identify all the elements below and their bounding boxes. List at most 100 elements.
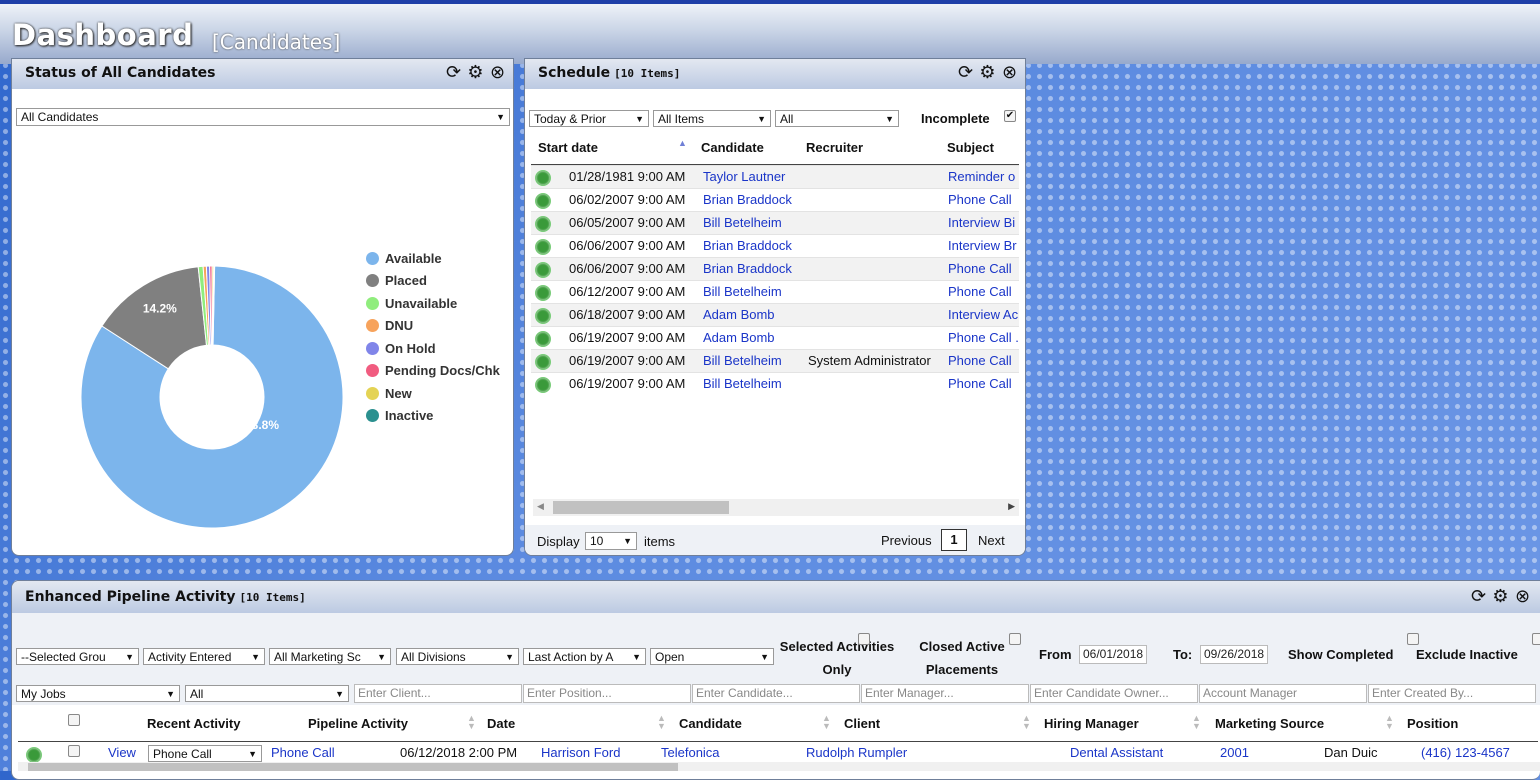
activity-entered-select[interactable]: Activity Entered [143,648,265,665]
items-select[interactable]: All Items [653,110,771,127]
schedule-row[interactable]: 01/28/1981 9:00 AM Taylor Lautner Reminder… [531,165,1019,189]
search-input[interactable]: Enter Manager... [861,684,1029,703]
job-number-link[interactable]: 2001 [1220,742,1249,764]
exclude-inactive-checkbox[interactable] [1532,633,1540,645]
schedule-row[interactable]: 06/05/2007 9:00 AM Bill Betelheim Intervie… [531,211,1019,235]
row-subject-link[interactable]: Phone Call [948,189,1019,211]
closed-active-checkbox[interactable] [1009,633,1021,645]
sort-icon[interactable]: ▲ ▼ [822,714,831,731]
col-candidate[interactable]: Candidate [701,140,764,155]
legend-item[interactable]: Unavailable [366,292,500,315]
row-subject-link[interactable]: Phone Call . [948,327,1019,349]
row-candidate-link[interactable]: Adam Bomb [703,304,803,326]
from-date-input[interactable]: 06/01/2018 [1079,645,1147,664]
candidate-link[interactable]: Harrison Ford [541,742,620,764]
schedule-row[interactable]: 06/12/2007 9:00 AM Bill Betelheim Phone Ca… [531,280,1019,304]
to-date-input[interactable]: 09/26/2018 [1200,645,1268,664]
schedule-row[interactable]: 06/06/2007 9:00 AM Brian Braddock Intervie… [531,234,1019,258]
sort-icon[interactable]: ▲ ▼ [1192,714,1201,731]
legend-item[interactable]: DNU [366,315,500,338]
schedule-row[interactable]: 06/18/2007 9:00 AM Adam Bomb Interview Ac [531,303,1019,327]
add-icon[interactable] [535,354,551,370]
row-subject-link[interactable]: Interview Ac [948,304,1019,326]
row-subject-link[interactable]: Reminder o [948,166,1019,188]
col-header[interactable]: Position [1407,716,1458,731]
scrollbar-thumb[interactable] [553,501,729,514]
position-link[interactable]: Dental Assistant [1070,742,1163,764]
show-completed-checkbox[interactable] [1407,633,1419,645]
search-input[interactable]: Enter Candidate... [692,684,860,703]
horizontal-scrollbar[interactable]: ◀ ▶ [533,499,1019,516]
col-subject[interactable]: Subject [947,140,994,155]
add-icon[interactable] [535,170,551,186]
page-number[interactable]: 1 [941,529,967,551]
gear-icon[interactable]: ⚙ [1491,587,1510,606]
page-size-select[interactable]: 10 [585,532,637,550]
selected-activities-checkbox[interactable] [858,633,870,645]
row-candidate-link[interactable]: Adam Bomb [703,327,803,349]
col-header[interactable]: Recent Activity [147,716,240,731]
search-input[interactable]: Enter Client... [354,684,522,703]
previous-button[interactable]: Previous [881,533,932,548]
add-icon[interactable] [26,747,42,763]
pipeline-activity-link[interactable]: Phone Call [271,742,335,764]
col-header[interactable]: Client [844,716,880,731]
row-subject-link[interactable]: Phone Call [948,258,1019,280]
status-select[interactable]: Open [650,648,774,665]
schedule-row[interactable]: 06/19/2007 9:00 AM Bill Betelheim System A… [531,349,1019,373]
row-subject-link[interactable]: Interview Bi [948,212,1019,234]
add-icon[interactable] [535,308,551,324]
schedule-row[interactable]: 06/19/2007 9:00 AM Adam Bomb Phone Call . [531,326,1019,350]
table-row[interactable]: View Phone Call Phone Call 06/12/2018 2:… [18,742,1538,764]
incomplete-checkbox[interactable]: ✔ [1004,110,1016,122]
close-icon[interactable]: ⊗ [1000,63,1019,82]
schedule-row[interactable]: 06/06/2007 9:00 AM Brian Braddock Phone Ca… [531,257,1019,281]
add-icon[interactable] [535,216,551,232]
row-candidate-link[interactable]: Bill Betelheim [703,281,803,303]
page-scrollbar-thumb[interactable] [28,763,678,771]
close-icon[interactable]: ⊗ [1513,587,1532,606]
add-icon[interactable] [535,285,551,301]
candidate-filter-select[interactable]: All Candidates [16,108,510,126]
gear-icon[interactable]: ⚙ [466,63,485,82]
legend-item[interactable]: Inactive [366,405,500,428]
legend-item[interactable]: Available [366,247,500,270]
row-candidate-link[interactable]: Brian Braddock [703,189,803,211]
sort-icon[interactable]: ▲ ▼ [467,714,476,731]
row-candidate-link[interactable]: Bill Betelheim [703,350,803,372]
legend-item[interactable]: Placed [366,270,500,293]
row-candidate-link[interactable]: Bill Betelheim [703,212,803,234]
scope-select[interactable]: All [775,110,899,127]
row-candidate-link[interactable]: Brian Braddock [703,258,803,280]
sort-icon[interactable]: ▲ ▼ [657,714,666,731]
col-header[interactable]: Candidate [679,716,742,731]
col-start-date[interactable]: Start date [538,140,598,155]
row-subject-link[interactable]: Phone Call [948,350,1019,372]
schedule-row[interactable]: 06/19/2007 9:00 AM Bill Betelheim Phone Ca… [531,372,1019,396]
col-header[interactable]: Marketing Source [1215,716,1324,731]
select-all-checkbox[interactable] [68,714,80,726]
manager-link[interactable]: Rudolph Rumpler [806,742,907,764]
search-input[interactable]: Enter Candidate Owner... [1030,684,1198,703]
date-range-select[interactable]: Today & Prior [529,110,649,127]
group-select[interactable]: --Selected Grou [16,648,139,665]
col-recruiter[interactable]: Recruiter [806,140,863,155]
row-candidate-link[interactable]: Brian Braddock [703,235,803,257]
divisions-select[interactable]: All Divisions [396,648,519,665]
add-icon[interactable] [535,377,551,393]
all-select[interactable]: All [185,685,349,702]
row-subject-link[interactable]: Phone Call [948,281,1019,303]
row-subject-link[interactable]: Phone Call [948,373,1019,395]
next-button[interactable]: Next [978,533,1005,548]
refresh-icon[interactable]: ⟳ [956,63,975,82]
sort-asc-icon[interactable]: ▲ [678,138,687,148]
legend-item[interactable]: New [366,382,500,405]
col-header[interactable]: Pipeline Activity [308,716,408,731]
add-icon[interactable] [535,193,551,209]
row-candidate-link[interactable]: Taylor Lautner [703,166,803,188]
search-input[interactable]: Enter Created By... [1368,684,1536,703]
legend-item[interactable]: On Hold [366,337,500,360]
phone-link[interactable]: (416) 123-4567 [1421,742,1510,764]
gear-icon[interactable]: ⚙ [978,63,997,82]
refresh-icon[interactable]: ⟳ [444,63,463,82]
